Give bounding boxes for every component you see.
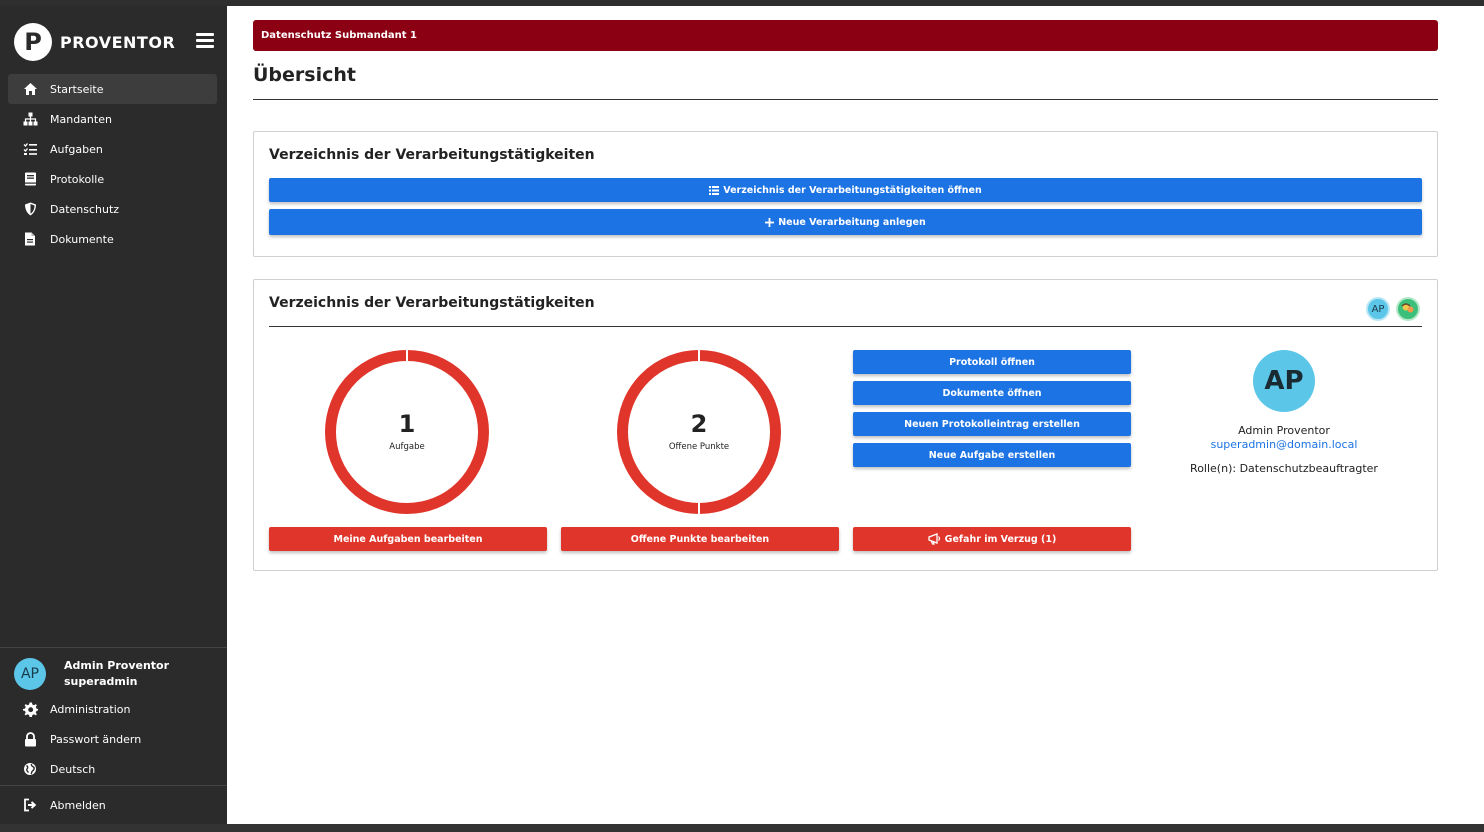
nav-item-datenschutz[interactable]: Datenschutz (8, 194, 217, 224)
nav-item-label: Administration (50, 702, 131, 716)
open-protocol-button[interactable]: Protokoll öffnen (853, 350, 1131, 374)
brand-name: PROVENTOR (60, 32, 176, 52)
card-verzeichnis-actions: Verzeichnis der Verarbeitungstätigkeiten… (253, 131, 1438, 257)
offene-punkte-label: Offene Punkte (668, 442, 730, 452)
user-name: Admin Proventor (64, 659, 170, 672)
main-content: Datenschutz Submandant 1 Übersicht Verze… (227, 6, 1484, 824)
nav-item-label: Abmelden (50, 798, 106, 812)
edit-open-points-button[interactable]: Offene Punkte bearbeiten (561, 527, 839, 551)
logout-icon (22, 797, 38, 813)
avatar: AP (1253, 350, 1315, 412)
nav-item-mandanten[interactable]: Mandanten (8, 104, 217, 134)
book-icon (22, 171, 38, 187)
user-profile-card: AP Admin Proventor superadmin@domain.loc… (1174, 350, 1394, 475)
title-divider (253, 99, 1438, 100)
user-username: superadmin (64, 675, 138, 688)
sitemap-icon (22, 111, 38, 127)
page-title: Übersicht (253, 64, 356, 86)
sidebar: P PROVENTOR Startseite Mandanten Aufgabe… (0, 6, 227, 824)
profile-role: Rolle(n): Datenschutzbeauftragter (1190, 462, 1378, 475)
tasks-icon (22, 141, 38, 157)
open-verzeichnis-button[interactable]: Verzeichnis der Verarbeitungstätigkeiten… (269, 178, 1422, 202)
user-group-icon[interactable] (1396, 297, 1420, 321)
card-divider (269, 326, 1422, 327)
avatar[interactable]: AP (1366, 297, 1390, 321)
nav-item-label: Dokumente (50, 232, 114, 246)
sidebar-divider (0, 647, 227, 648)
hamburger-menu-icon[interactable] (196, 33, 214, 49)
button-label: Gefahr im Verzug (1) (944, 533, 1057, 545)
lock-icon (22, 731, 38, 747)
aufgaben-label: Aufgabe (389, 442, 425, 452)
edit-tasks-button[interactable]: Meine Aufgaben bearbeiten (269, 527, 547, 551)
nav-item-label: Startseite (50, 82, 104, 96)
globe-icon (22, 761, 38, 777)
main-nav: Startseite Mandanten Aufgaben Protokolle… (8, 74, 217, 254)
brand[interactable]: P PROVENTOR (14, 22, 175, 62)
new-protocol-entry-button[interactable]: Neuen Protokolleintrag erstellen (853, 412, 1131, 436)
nav-item-label: Passwort ändern (50, 732, 142, 746)
aufgaben-ring: 1 Aufgabe (325, 350, 489, 514)
nav-item-label: Datenschutz (50, 202, 120, 216)
plus-icon (765, 217, 775, 227)
sidebar-bottom-menu: Administration Passwort ändern Deutsch (8, 694, 217, 784)
gear-icon (22, 701, 38, 717)
nav-item-aufgaben[interactable]: Aufgaben (8, 134, 217, 164)
new-verarbeitung-button[interactable]: Neue Verarbeitung anlegen (269, 209, 1422, 235)
card-title: Verzeichnis der Verarbeitungstätigkeiten (269, 295, 595, 311)
bullhorn-icon (928, 533, 940, 545)
window-bottom-bar (0, 824, 1484, 832)
new-task-button[interactable]: Neue Aufgabe erstellen (853, 443, 1131, 467)
profile-name: Admin Proventor (1238, 424, 1330, 437)
offene-punkte-ring: 2 Offene Punkte (617, 350, 781, 514)
list-icon (709, 185, 720, 195)
document-icon (22, 231, 38, 247)
button-label: Verzeichnis der Verarbeitungstätigkeiten… (723, 184, 982, 196)
profile-email-link[interactable]: superadmin@domain.local (1174, 438, 1394, 451)
shield-icon (22, 201, 38, 217)
sidebar-user: AP Admin Proventor superadmin (14, 658, 169, 690)
sidebar-logout: Abmelden (8, 790, 217, 820)
nav-item-sprache[interactable]: Deutsch (8, 754, 217, 784)
nav-item-label: Mandanten (50, 112, 112, 126)
nav-item-passwort[interactable]: Passwort ändern (8, 724, 217, 754)
nav-item-protokolle[interactable]: Protokolle (8, 164, 217, 194)
nav-item-startseite[interactable]: Startseite (8, 74, 217, 104)
nav-item-abmelden[interactable]: Abmelden (8, 790, 217, 820)
danger-delay-button[interactable]: Gefahr im Verzug (1) (853, 527, 1131, 551)
avatar: AP (14, 658, 46, 690)
nav-item-label: Aufgaben (50, 142, 103, 156)
tenant-alert-banner: Datenschutz Submandant 1 (253, 20, 1438, 51)
home-icon (22, 81, 38, 97)
open-documents-button[interactable]: Dokumente öffnen (853, 381, 1131, 405)
aufgaben-count: 1 (398, 410, 416, 438)
nav-item-administration[interactable]: Administration (8, 694, 217, 724)
nav-item-label: Protokolle (50, 172, 105, 186)
proventor-logo-icon: P (14, 23, 52, 61)
offene-punkte-count: 2 (690, 410, 708, 438)
nav-item-label: Deutsch (50, 762, 96, 776)
card-title: Verzeichnis der Verarbeitungstätigkeiten (269, 147, 595, 163)
sidebar-divider (0, 785, 227, 786)
card-verzeichnis-overview: Verzeichnis der Verarbeitungstätigkeiten… (253, 279, 1438, 571)
button-label: Neue Verarbeitung anlegen (778, 216, 926, 228)
nav-item-dokumente[interactable]: Dokumente (8, 224, 217, 254)
